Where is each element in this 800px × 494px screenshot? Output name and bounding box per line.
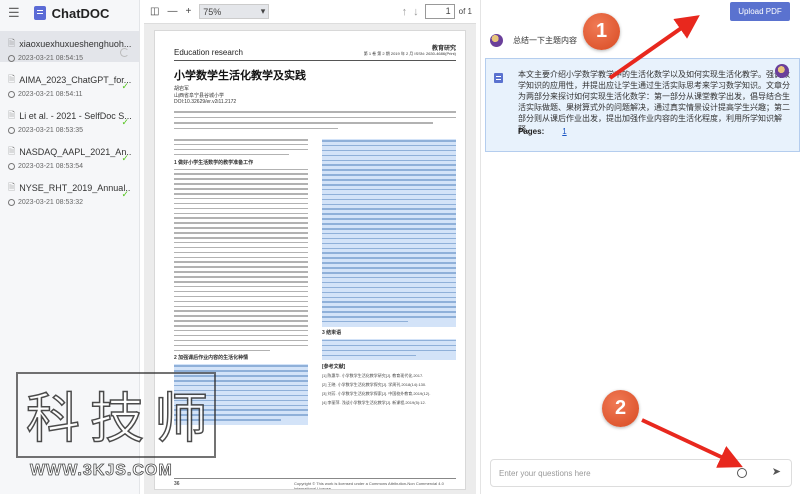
zoom-select[interactable]: 75% ▾ <box>199 4 270 19</box>
file-list: 🗎 xiaoxuexhuxueshenghuoh... 2023-03-21 08… <box>0 31 139 206</box>
clock-icon <box>8 55 15 62</box>
page-link[interactable]: 1 <box>562 127 566 136</box>
file-date: 2023-03-21 08:54:15 <box>18 55 83 62</box>
document-icon: 🗎 <box>8 110 16 120</box>
check-icon: ✓ <box>121 189 129 199</box>
step-badge-1: 1 <box>583 13 620 50</box>
page-count: of 1 <box>458 7 472 16</box>
document-icon: 🗎 <box>8 182 16 192</box>
file-name: Li et al. - 2021 - SelfDoc S... <box>19 111 131 121</box>
journal-meta: 第 1 卷 第 2 期 2019 年 2 月 ISSN: 2630-4686(P… <box>363 51 456 56</box>
paper-title: 小学数学生活化教学及实践 <box>174 69 306 82</box>
light-bulb-icon[interactable] <box>737 468 747 478</box>
menu-fold-icon[interactable]: ☰ <box>8 5 20 21</box>
document-icon: 🗎 <box>8 146 16 156</box>
viewer-toolbar: ◫ — + 75% ▾ ↑ ↓ 1 of 1 <box>144 0 476 24</box>
chat-panel: Upload PDF 总结一下主题内容 本文主要介绍小学数学教学中的生活化数学以… <box>480 0 800 494</box>
paper-affiliation: 山西省阜宁县谷城小学 <box>174 93 225 99</box>
clock-icon <box>8 199 15 206</box>
file-name: NASDAQ_AAPL_2021_An... <box>19 147 131 157</box>
check-icon: ✓ <box>121 81 129 91</box>
user-avatar <box>775 64 789 78</box>
paper-author: 胡岩军 <box>174 86 190 92</box>
file-item[interactable]: 🗎 AIMA_2023_ChatGPT_for... 2023-03-21 08:… <box>0 67 139 98</box>
copyright-notice: Copyright © This work is licensed under … <box>294 481 444 490</box>
file-date: 2023-03-21 08:53:35 <box>18 127 83 134</box>
zoom-value: 75% <box>203 6 222 17</box>
highlighted-passage <box>322 338 456 361</box>
sidebar-toggle-icon[interactable]: ◫ <box>150 6 159 17</box>
section-heading: 1 做好小学生活数学的教学准备工作 <box>174 159 254 166</box>
watermark-url: WWW.3KJS.COM <box>30 462 173 480</box>
references-heading: [参考文献] <box>322 364 346 371</box>
watermark-text: 科技师 <box>25 386 218 451</box>
source-pages: Pages: 1 <box>518 127 567 136</box>
reference-item: [1] 陈惠华. 小学数学生活化教学研究[J]. 教育现代化,2017. <box>322 373 424 379</box>
assistant-message: 本文主要介绍小学数学教学中的生活化数学以及如何实现生活化教学。强调数学知识的应用… <box>485 58 800 152</box>
next-page-icon[interactable]: ↓ <box>413 6 419 18</box>
clock-icon <box>8 127 15 134</box>
section-heading: 3 结束语 <box>322 329 342 336</box>
loading-spinner-icon <box>120 48 129 57</box>
assistant-message-text: 本文主要介绍小学数学教学中的生活化数学以及如何实现生活化教学。强调数学知识的应用… <box>518 70 790 134</box>
file-item[interactable]: 🗎 Li et al. - 2021 - SelfDoc S... 2023-03… <box>0 103 139 134</box>
clock-icon <box>8 163 15 170</box>
section-label: Education research <box>174 48 243 57</box>
user-message-text: 总结一下主题内容 <box>513 36 577 45</box>
page-number-input[interactable]: 1 <box>424 4 455 19</box>
zoom-out-icon[interactable]: — <box>167 6 177 17</box>
send-icon[interactable]: ➤ <box>772 465 781 478</box>
file-name: xiaoxuexhuxueshenghuoh... <box>19 39 131 49</box>
paper-doi: DOI:10.32629/er.v2i11.2172 <box>174 99 237 105</box>
file-name: AIMA_2023_ChatGPT_for... <box>19 75 131 85</box>
user-message: 总结一下主题内容 <box>490 34 577 47</box>
reference-item: [3] 刘芳. 小学数学生活化教学探索[J]. 中国校外教育,2019(12). <box>322 391 431 397</box>
upload-pdf-button[interactable]: Upload PDF <box>730 2 790 21</box>
check-icon: ✓ <box>121 117 129 127</box>
pages-label: Pages: <box>518 127 545 136</box>
check-icon: ✓ <box>121 153 129 163</box>
app-title: ChatDOC <box>51 5 110 21</box>
file-date: 2023-03-21 08:54:11 <box>18 91 83 98</box>
prev-page-icon[interactable]: ↑ <box>402 6 408 18</box>
page-header: Education research 教育研究 第 1 卷 第 2 期 2019… <box>174 43 456 61</box>
clock-icon <box>8 91 15 98</box>
abstract-block <box>174 111 456 133</box>
highlighted-passage <box>322 139 456 327</box>
file-name: NYSE_RHT_2019_Annual... <box>19 183 131 193</box>
reference-item: [4] 李丽萍. 浅谈小学数学生活化教学[J]. 新课程,2019(5):12. <box>322 400 426 406</box>
file-item[interactable]: 🗎 NASDAQ_AAPL_2021_An... 2023-03-21 08:53… <box>0 139 139 170</box>
file-date: 2023-03-21 08:53:54 <box>18 163 83 170</box>
app-header: ☰ ChatDOC <box>0 0 139 26</box>
user-avatar <box>490 34 503 47</box>
step-badge-2: 2 <box>602 390 639 427</box>
chevron-down-icon: ▾ <box>260 6 266 16</box>
zoom-in-icon[interactable]: + <box>185 6 191 17</box>
file-item[interactable]: 🗎 NYSE_RHT_2019_Annual... 2023-03-21 08:5… <box>0 175 139 206</box>
text-column-right: 3 结束语 [参考文献] [1] 陈惠华. 小学数学生活化教学研究[J]. 教育… <box>322 139 456 409</box>
document-icon: 🗎 <box>8 38 16 48</box>
question-input-box: ➤ <box>490 459 792 487</box>
file-item[interactable]: 🗎 xiaoxuexhuxueshenghuoh... 2023-03-21 08… <box>0 31 139 62</box>
file-date: 2023-03-21 08:53:32 <box>18 199 83 206</box>
watermark: 科技师 WWW.3KJS.COM <box>0 360 240 494</box>
question-input[interactable] <box>499 468 729 478</box>
chatdoc-bot-icon <box>494 73 503 83</box>
chatdoc-logo-icon <box>33 6 46 20</box>
document-icon: 🗎 <box>8 74 16 84</box>
reference-item: [2] 王晓. 小学数学生活化教学探究[J]. 学周刊,2018(14):130… <box>322 382 427 388</box>
